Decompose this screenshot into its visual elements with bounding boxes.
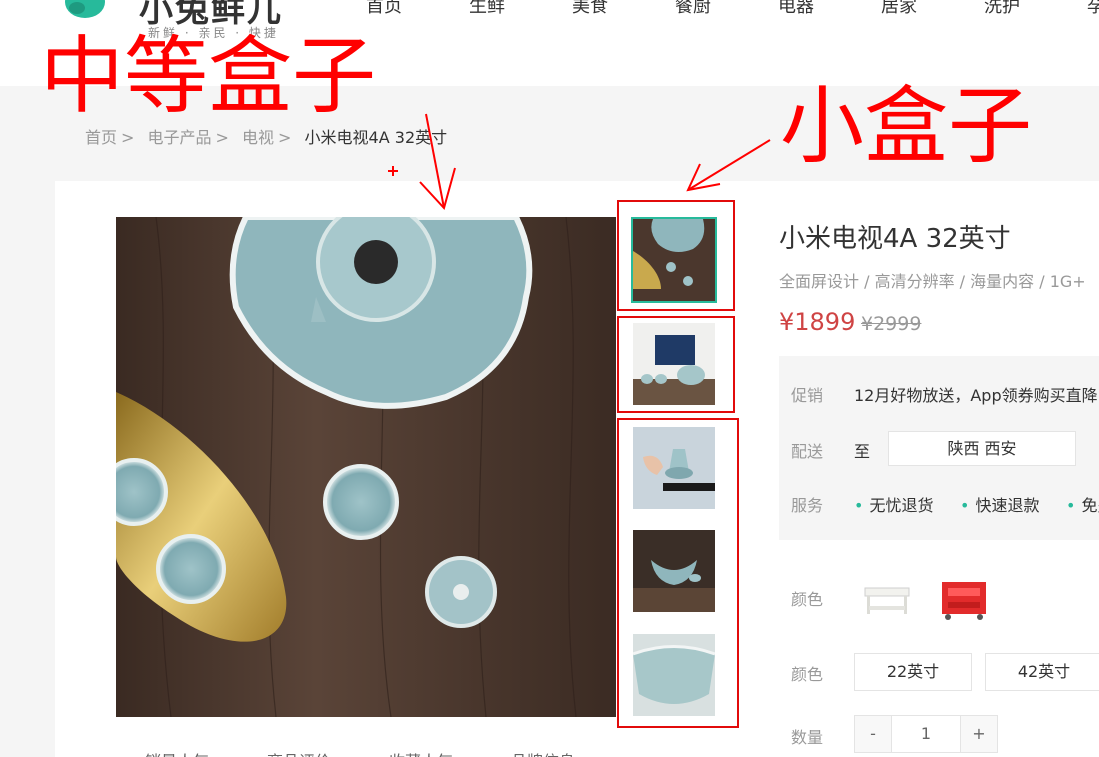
annotation-small-box: 小盒子 (780, 77, 1033, 175)
promo-text: 12月好物放送，App领券购买直降 (854, 386, 1098, 405)
tab-sales[interactable]: 销量人气 (145, 748, 209, 757)
product-original-price: ¥2999 (861, 313, 922, 335)
nav-item-food[interactable]: 美食 (572, 0, 675, 18)
size-option-42[interactable]: 42英寸 (985, 653, 1099, 691)
color-swatch-white[interactable] (861, 574, 913, 626)
annotation-outline-small (617, 200, 735, 311)
nav-item-home[interactable]: 首页 (366, 0, 469, 18)
bottom-stats-tabs: 销量人气 商品评价 收藏人气 品牌信息 (145, 748, 633, 757)
breadcrumb-tv[interactable]: 电视 (242, 128, 274, 147)
promo-label: 促销 (791, 386, 824, 405)
color-label: 颜色 (791, 590, 824, 609)
service-item-label: 快速退款 (975, 496, 1040, 515)
size-label: 颜色 (791, 665, 824, 684)
teaware-photo (116, 217, 616, 717)
nav-item-care[interactable]: 洗护 (984, 0, 1087, 18)
color-swatch-red[interactable] (938, 574, 990, 626)
bullet-icon: • (960, 496, 970, 515)
nav-item-appliance[interactable]: 电器 (778, 0, 881, 18)
breadcrumb-electronics[interactable]: 电子产品 (148, 128, 212, 147)
breadcrumb-home[interactable]: 首页 (85, 128, 117, 147)
service-label: 服务 (791, 496, 824, 515)
main-nav: 首页 生鲜 美食 餐厨 电器 居家 洗护 孕 (366, 0, 1099, 18)
nav-item-home-goods[interactable]: 居家 (881, 0, 984, 18)
red-table-icon (942, 582, 986, 620)
quantity-label: 数量 (791, 728, 824, 747)
quantity-increase-button[interactable]: + (961, 716, 997, 752)
main-product-image[interactable] (116, 217, 616, 717)
crosshair-icon (388, 166, 398, 176)
annotation-outline-medium (617, 418, 739, 728)
service-item-label: 免费 (1081, 496, 1099, 515)
tab-reviews[interactable]: 商品评价 (267, 748, 331, 757)
quantity-decrease-button[interactable]: - (855, 716, 891, 752)
bullet-icon: • (854, 496, 864, 515)
nav-item-baby[interactable]: 孕 (1087, 0, 1099, 18)
breadcrumb-separator: > (215, 128, 229, 147)
tab-brand[interactable]: 品牌信息 (511, 748, 575, 757)
size-option-22[interactable]: 22英寸 (854, 653, 972, 691)
service-item: • 无忧退货 (854, 492, 933, 516)
annotation-outline-small (617, 316, 735, 413)
product-price: ¥1899 (779, 308, 856, 336)
rabbit-logo-icon (65, 0, 105, 18)
breadcrumb-separator: > (121, 128, 135, 147)
breadcrumb-current: 小米电视4A 32英寸 (304, 128, 448, 147)
service-item: • 快速退款 (960, 492, 1039, 516)
product-description: 全面屏设计 / 高清分辨率 / 海量内容 / 1G+ (779, 272, 1086, 291)
service-item: • 免费 (1066, 492, 1099, 516)
breadcrumb-separator: > (278, 128, 292, 147)
delivery-label: 配送 (791, 442, 824, 461)
bullet-icon: • (1066, 496, 1076, 515)
delivery-address-select[interactable]: 陕西 西安 (888, 431, 1076, 466)
delivery-to: 至 (854, 442, 871, 461)
breadcrumb: 首页 > 电子产品 > 电视 > 小米电视4A 32英寸 (85, 124, 447, 148)
product-name: 小米电视4A 32英寸 (779, 224, 1011, 254)
white-table-icon (864, 587, 910, 614)
quantity-stepper: - 1 + (854, 715, 998, 753)
nav-item-fresh[interactable]: 生鲜 (469, 0, 572, 18)
annotation-medium-box: 中等盒子 (40, 27, 377, 125)
nav-item-kitchen[interactable]: 餐厨 (675, 0, 778, 18)
service-item-label: 无忧退货 (869, 496, 934, 515)
quantity-input[interactable]: 1 (891, 716, 961, 752)
tab-favorites[interactable]: 收藏人气 (389, 748, 453, 757)
